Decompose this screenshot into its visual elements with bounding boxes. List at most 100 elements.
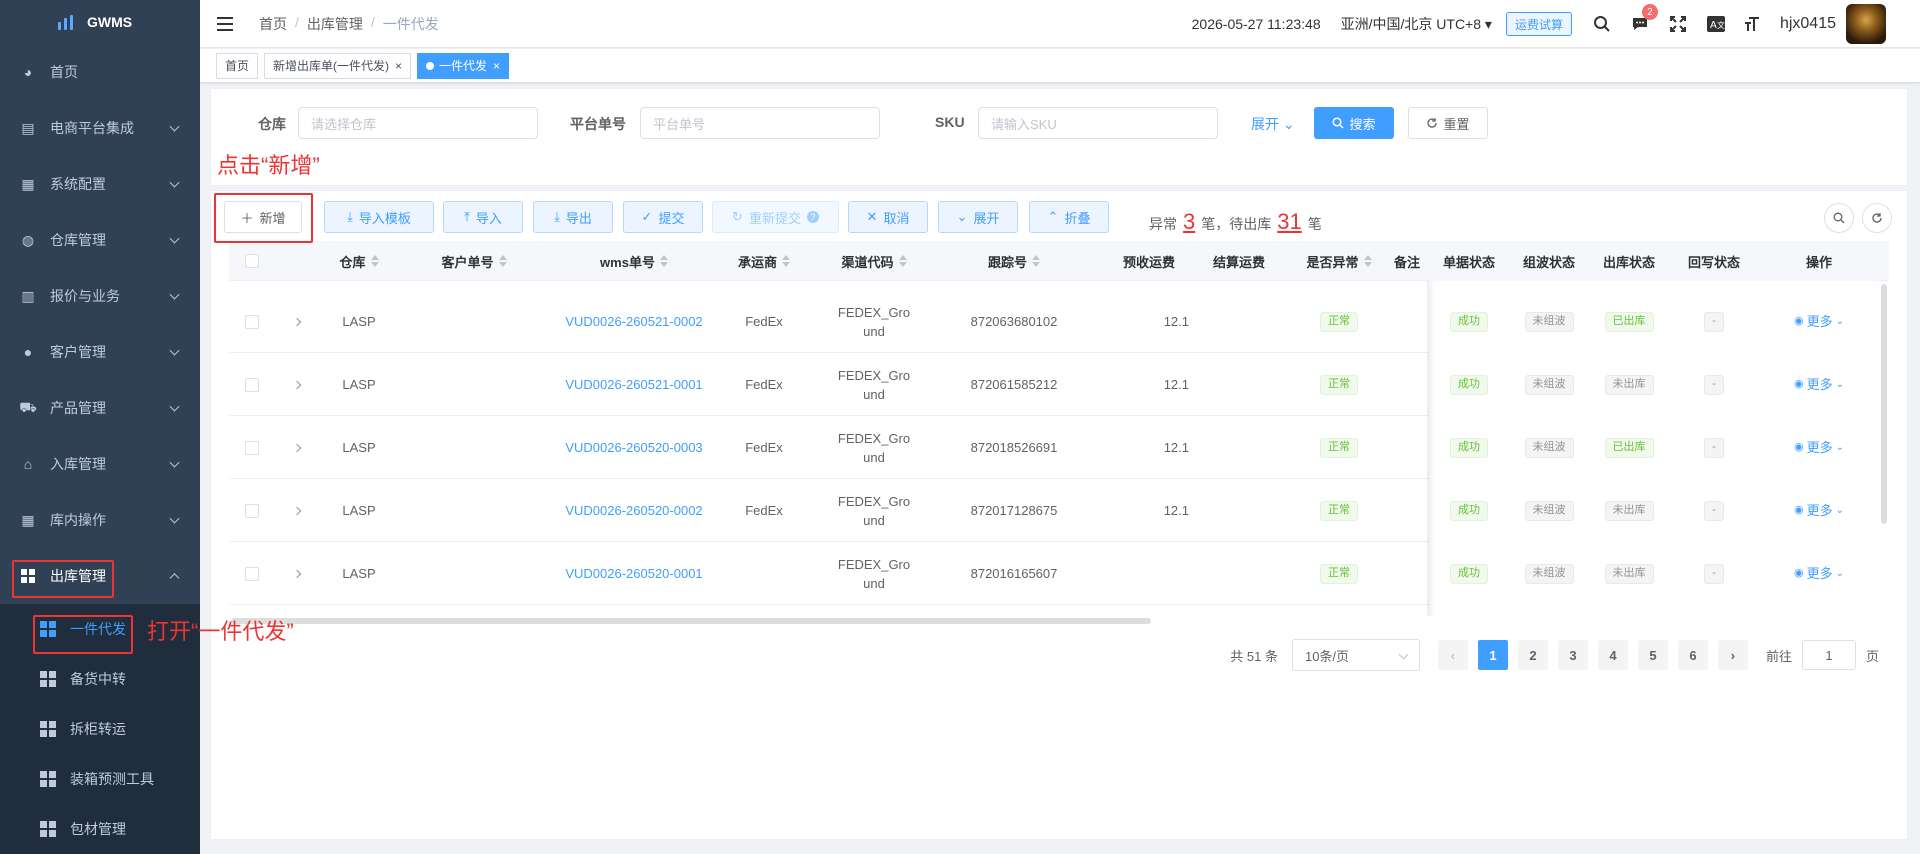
sidebar-subitem-1[interactable]: 备货中转 (0, 654, 200, 704)
goto-page-input[interactable]: 1 (1801, 640, 1856, 670)
page-button[interactable]: 2 (1517, 640, 1548, 670)
sku-input[interactable]: 请输入SKU (978, 107, 1218, 139)
page-button[interactable]: 1 (1477, 640, 1508, 670)
sidebar-item-6[interactable]: ⛟ 产品管理 (0, 380, 200, 436)
table-row[interactable]: LASP VUD0026-260521-0001 FedEx 872061585212… (229, 353, 1889, 416)
collapse-all-button[interactable]: ⌃ 折叠 (1029, 201, 1109, 233)
chevron-icon (169, 289, 180, 300)
cell-wms-no[interactable]: VUD0026-260521-0001 (559, 353, 709, 416)
sidebar-item-9[interactable]: 出库管理 (0, 548, 200, 604)
col-channel[interactable]: 渠道代码 (819, 241, 929, 281)
cell-wms-no[interactable]: VUD0026-260520-0002 (559, 479, 709, 542)
sidebar-item-5[interactable]: ● 客户管理 (0, 324, 200, 380)
more-actions-dropdown[interactable]: ◉更多⌄ (1759, 542, 1879, 605)
warehouse-select[interactable]: 请选择仓库 (298, 107, 538, 139)
col-carrier[interactable]: 承运商 (719, 241, 809, 281)
more-actions-dropdown[interactable]: ◉更多⌄ (1759, 479, 1879, 542)
timezone-select[interactable]: 亚洲/中国/北京 UTC+8 ▾ (1341, 14, 1492, 34)
expand-row-icon[interactable] (275, 479, 319, 542)
sidebar-subitem-4[interactable]: 包材管理 (0, 804, 200, 854)
search-icon[interactable] (1590, 12, 1614, 36)
col-abnormal[interactable]: 是否异常 (1289, 241, 1389, 281)
more-actions-dropdown[interactable]: ◉更多⌄ (1759, 290, 1879, 353)
search-button[interactable]: 搜索 (1314, 107, 1394, 139)
cell-wms-no[interactable]: VUD0026-260520-0003 (559, 416, 709, 479)
sidebar-item-4[interactable]: ▥ 报价与业务 (0, 268, 200, 324)
page-button[interactable]: 6 (1677, 640, 1708, 670)
import-template-button[interactable]: ⤓ 导入模板 (324, 201, 434, 233)
cell-wms-no[interactable]: VUD0026-260521-0002 (559, 290, 709, 353)
sidebar-subitem-2[interactable]: 拆柜转运 (0, 704, 200, 754)
select-all-checkbox[interactable] (245, 254, 259, 268)
sidebar-item-0[interactable]: ◕ 首页 (0, 44, 200, 100)
cell-wms-no[interactable]: VUD0026-260520-0001 (559, 542, 709, 605)
horizontal-scrollbar[interactable] (231, 618, 1151, 624)
font-size-icon[interactable] (1742, 12, 1766, 36)
expand-row-icon[interactable] (275, 542, 319, 605)
more-actions-dropdown[interactable]: ◉更多⌄ (1759, 605, 1879, 616)
expand-row-icon[interactable] (275, 353, 319, 416)
page-button[interactable]: 3 (1557, 640, 1588, 670)
expand-all-button[interactable]: ⌄ 展开 (938, 201, 1018, 233)
abnormal-count[interactable]: 3 (1183, 209, 1195, 235)
message-icon[interactable]: 2 (1628, 4, 1658, 36)
pending-count[interactable]: 31 (1277, 209, 1301, 235)
sidebar-item-8[interactable]: ▦ 库内操作 (0, 492, 200, 548)
row-checkbox[interactable] (229, 479, 275, 542)
cancel-button[interactable]: ✕ 取消 (848, 201, 928, 233)
tag-home[interactable]: 首页 (216, 52, 259, 79)
row-checkbox[interactable] (229, 353, 275, 416)
cell-wms-no[interactable]: VUD0026-260514-0002 (559, 605, 709, 616)
page-button[interactable]: 5 (1637, 640, 1668, 670)
sidebar-item-7[interactable]: ⌂ 入库管理 (0, 436, 200, 492)
more-actions-dropdown[interactable]: ◉更多⌄ (1759, 416, 1879, 479)
row-checkbox[interactable] (229, 542, 275, 605)
tag-dropship[interactable]: 一件代发 × (417, 52, 510, 79)
hamburger-icon[interactable] (217, 16, 233, 31)
breadcrumb-outbound[interactable]: 出库管理 (307, 14, 363, 34)
page-size-select[interactable]: 10条/页 (1291, 639, 1420, 671)
app-logo: GWMS (0, 0, 200, 44)
vertical-scrollbar[interactable] (1881, 284, 1887, 524)
submit-button[interactable]: ✓ 提交 (623, 201, 703, 233)
add-button[interactable]: ＋ 新增 (224, 201, 302, 233)
more-actions-dropdown[interactable]: ◉更多⌄ (1759, 353, 1879, 416)
sidebar-item-3[interactable]: ◍ 仓库管理 (0, 212, 200, 268)
reset-button[interactable]: 重置 (1408, 107, 1488, 139)
tag-new-outbound[interactable]: 新增出库单(一件代发) × (264, 52, 412, 79)
table-row[interactable]: LASP jmgwms1027 VUD0026-260514-0002 FedEx 87… (229, 605, 1889, 616)
prev-page-button[interactable]: ‹ (1437, 640, 1468, 670)
table-row[interactable]: LASP VUD0026-260520-0003 FedEx 872018526691… (229, 416, 1889, 479)
username[interactable]: hjx0415 (1780, 15, 1836, 33)
col-tracking[interactable]: 跟踪号 (939, 241, 1089, 281)
row-checkbox[interactable] (229, 290, 275, 353)
resubmit-button[interactable]: ↻ 重新提交 ? (712, 201, 839, 233)
page-button[interactable]: 4 (1597, 640, 1628, 670)
close-icon[interactable]: × (395, 59, 402, 73)
table-row[interactable]: LASP VUD0026-260521-0002 FedEx 872063680102… (229, 290, 1889, 353)
expand-row-icon[interactable] (275, 416, 319, 479)
sidebar-item-1[interactable]: ▤ 电商平台集成 (0, 100, 200, 156)
filter-expand-link[interactable]: 展开 ⌄ (1251, 114, 1295, 134)
fullscreen-icon[interactable] (1666, 12, 1690, 36)
export-button[interactable]: ⤓ 导出 (533, 201, 613, 233)
import-button[interactable]: ⤒ 导入 (443, 201, 523, 233)
col-warehouse[interactable]: 仓库 (319, 241, 399, 281)
platform-no-input[interactable]: 平台单号 (640, 107, 880, 139)
table-row[interactable]: LASP VUD0026-260520-0001 872016165607 FEDEX… (229, 542, 1889, 605)
close-icon[interactable]: × (493, 59, 500, 73)
freight-trial-button[interactable]: 运费试算 (1505, 12, 1572, 36)
expand-row-icon[interactable] (275, 290, 319, 353)
breadcrumb-home[interactable]: 首页 (259, 14, 287, 34)
sidebar-subitem-3[interactable]: 装箱预测工具 (0, 754, 200, 804)
avatar[interactable] (1846, 4, 1886, 44)
sidebar-item-2[interactable]: ▦ 系统配置 (0, 156, 200, 212)
table-row[interactable]: LASP VUD0026-260520-0002 FedEx 872017128675… (229, 479, 1889, 542)
next-page-button[interactable]: › (1717, 640, 1748, 670)
row-checkbox[interactable] (229, 416, 275, 479)
language-icon[interactable]: A文 (1704, 12, 1728, 36)
refresh-icon[interactable] (1862, 203, 1892, 233)
col-wms-no[interactable]: wms单号 (559, 241, 709, 281)
search-toggle-icon[interactable] (1824, 203, 1854, 233)
col-customer-no[interactable]: 客户单号 (419, 241, 529, 281)
